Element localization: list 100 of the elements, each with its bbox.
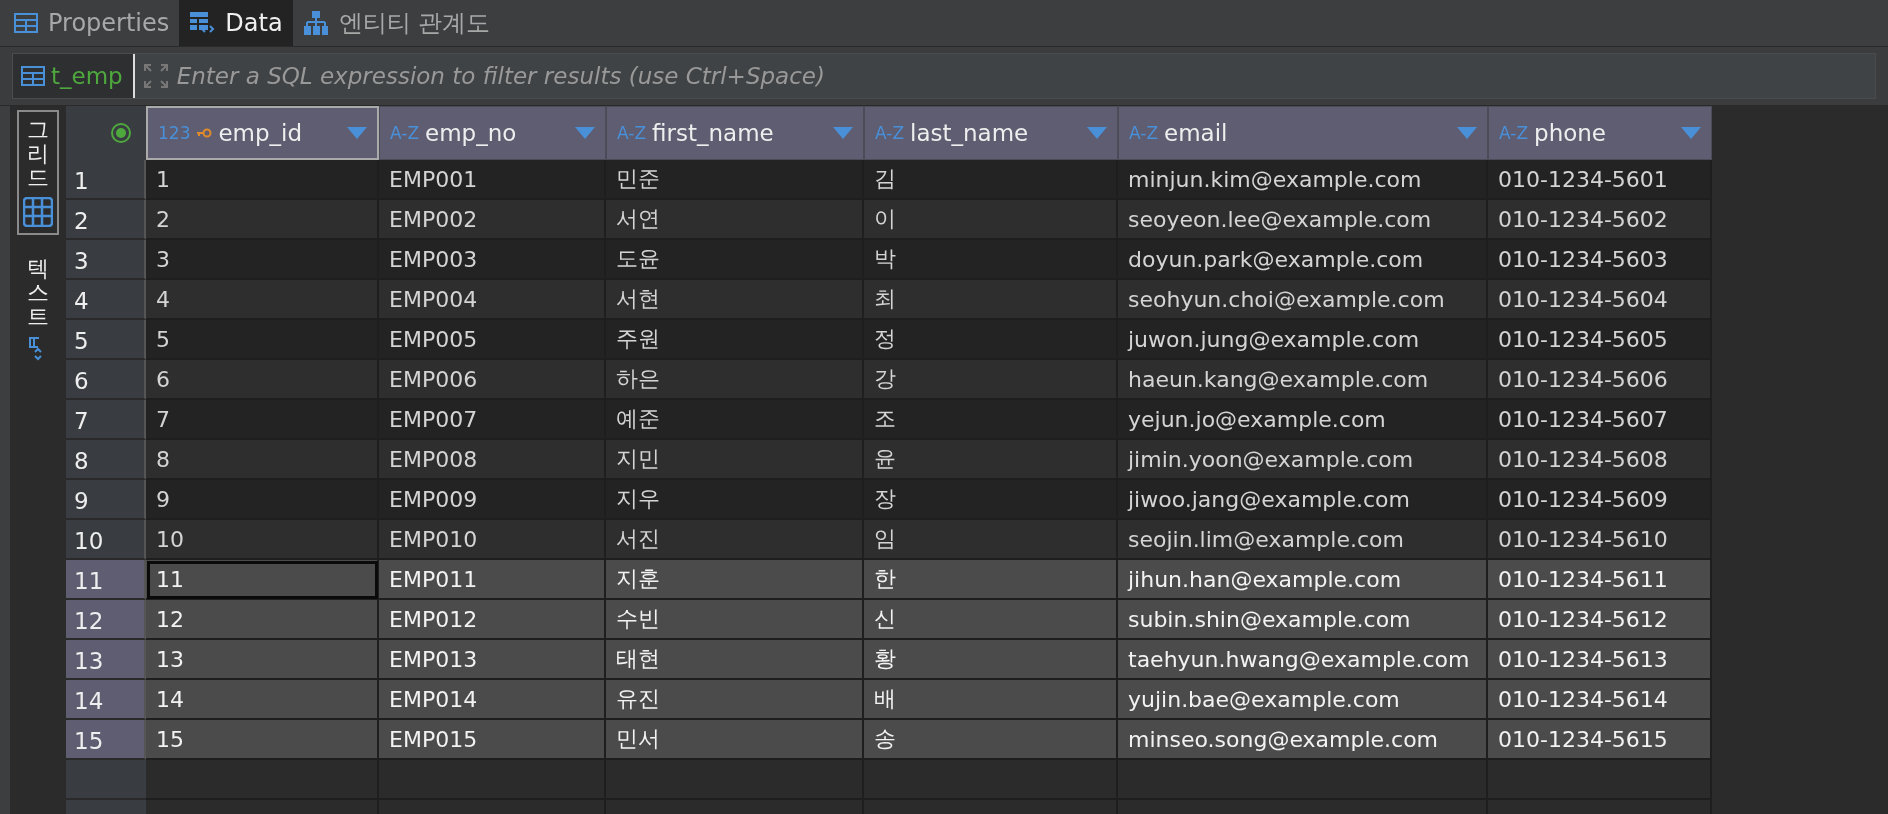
table-cell: 010-1234-5603 (1488, 240, 1712, 280)
table-cell: 배 (864, 680, 1118, 720)
row-number[interactable]: 8 (66, 440, 146, 480)
table-cell: 2 (146, 200, 379, 240)
row-number[interactable]: 1 (66, 160, 146, 200)
table-name: t_emp (51, 63, 123, 89)
dropdown-caret-icon[interactable] (833, 127, 853, 139)
column-header[interactable]: A-Z emp_no (379, 106, 606, 160)
table-cell: 11 (146, 560, 379, 600)
table-cell: seoyeon.lee@example.com (1118, 200, 1488, 240)
table-cell: 도윤 (606, 240, 864, 280)
table-cell: 하은 (606, 360, 864, 400)
table-cell: EMP003 (379, 240, 606, 280)
table-cell: 010-1234-5611 (1488, 560, 1712, 600)
table-cell: EMP012 (379, 600, 606, 640)
side-tab[interactable]: 텍스트 (21, 248, 55, 370)
table-cell: 서연 (606, 200, 864, 240)
tab[interactable]: Properties (4, 0, 180, 46)
type-label: A-Z (390, 123, 420, 143)
grid-icon (23, 196, 53, 227)
expand-icon[interactable] (142, 63, 169, 89)
table-cell: EMP002 (379, 200, 606, 240)
filter-input[interactable]: Enter a SQL expression to filter results (use Ctrl+Space) (168, 53, 1875, 99)
table-cell: minseo.song@example.com (1118, 720, 1488, 760)
row-number[interactable]: 6 (66, 360, 146, 400)
table-cell: EMP010 (379, 520, 606, 560)
table-icon (21, 66, 45, 86)
table-cell: 13 (146, 640, 379, 680)
table-cell: 윤 (864, 440, 1118, 480)
table-cell: 조 (864, 400, 1118, 440)
table-cell: 010-1234-5606 (1488, 360, 1712, 400)
dropdown-caret-icon[interactable] (1681, 127, 1701, 139)
table-cell: EMP015 (379, 720, 606, 760)
row-number[interactable]: 2 (66, 200, 146, 240)
table-cell: EMP005 (379, 320, 606, 360)
table-cell: 010-1234-5608 (1488, 440, 1712, 480)
row-number[interactable]: 10 (66, 520, 146, 560)
table-cell: 010-1234-5602 (1488, 200, 1712, 240)
column-header[interactable]: A-Z last_name (864, 106, 1118, 160)
table-cell: seojin.lim@example.com (1118, 520, 1488, 560)
table-cell: 송 (864, 720, 1118, 760)
table-cell: 010-1234-5607 (1488, 400, 1712, 440)
column-header[interactable]: A-Z phone (1488, 106, 1712, 160)
row-number[interactable]: 14 (66, 680, 146, 720)
row-number[interactable]: 9 (66, 480, 146, 520)
dropdown-caret-icon[interactable] (347, 127, 367, 139)
dropdown-caret-icon[interactable] (1087, 127, 1107, 139)
tab[interactable]: Data (179, 0, 293, 46)
table-cell: EMP001 (379, 160, 606, 200)
table-cell: subin.shin@example.com (1118, 600, 1488, 640)
table-cell: 010-1234-5605 (1488, 320, 1712, 360)
column-header[interactable]: 123 emp_id (146, 106, 379, 160)
dropdown-caret-icon[interactable] (1457, 127, 1477, 139)
table-cell: 1 (146, 160, 379, 200)
table-cell: 12 (146, 600, 379, 640)
table-cell: haeun.kang@example.com (1118, 360, 1488, 400)
table-cell: 박 (864, 240, 1118, 280)
table-cell: 10 (146, 520, 379, 560)
table-cell: 민준 (606, 160, 864, 200)
table-cell: 태현 (606, 640, 864, 680)
table-icon (14, 13, 38, 33)
table-cell: 010-1234-5604 (1488, 280, 1712, 320)
table-cell: 010-1234-5612 (1488, 600, 1712, 640)
table-cell: seohyun.choi@example.com (1118, 280, 1488, 320)
table-cell: 지훈 (606, 560, 864, 600)
column-header[interactable]: A-Z first_name (606, 106, 864, 160)
side-tab[interactable]: 그리드 (17, 110, 59, 235)
tab[interactable]: 엔티티 관계도 (292, 0, 501, 46)
filter-field[interactable]: t_emp Enter a SQL expression to filter results (use Ctrl+Space) (12, 53, 1876, 99)
table-cell: EMP008 (379, 440, 606, 480)
row-number[interactable]: 13 (66, 640, 146, 680)
table-cell: 서진 (606, 520, 864, 560)
row-number[interactable]: 12 (66, 600, 146, 640)
dropdown-caret-icon[interactable] (575, 127, 595, 139)
column-header[interactable]: A-Z email (1118, 106, 1488, 160)
table-cell: 지우 (606, 480, 864, 520)
table-cell: 7 (146, 400, 379, 440)
type-label: A-Z (875, 123, 905, 143)
row-number[interactable]: 11 (66, 560, 146, 600)
table-cell: 신 (864, 600, 1118, 640)
table-cell: EMP009 (379, 480, 606, 520)
row-number[interactable]: 15 (66, 720, 146, 760)
table-cell: 정 (864, 320, 1118, 360)
hierarchy-icon (302, 10, 329, 36)
row-number[interactable]: 3 (66, 240, 146, 280)
table-cell: 민서 (606, 720, 864, 760)
radio-icon[interactable] (110, 122, 132, 144)
table-cell: EMP004 (379, 280, 606, 320)
table-cell: taehyun.hwang@example.com (1118, 640, 1488, 680)
table-cell: 010-1234-5601 (1488, 160, 1712, 200)
row-number[interactable]: 7 (66, 400, 146, 440)
table-cell: 유진 (606, 680, 864, 720)
table-cell: jihun.han@example.com (1118, 560, 1488, 600)
row-number[interactable]: 5 (66, 320, 146, 360)
table-cell: 14 (146, 680, 379, 720)
row-number[interactable]: 4 (66, 280, 146, 320)
table-cell: EMP014 (379, 680, 606, 720)
table-cell: 서현 (606, 280, 864, 320)
table-cell: 한 (864, 560, 1118, 600)
table-cell: jimin.yoon@example.com (1118, 440, 1488, 480)
